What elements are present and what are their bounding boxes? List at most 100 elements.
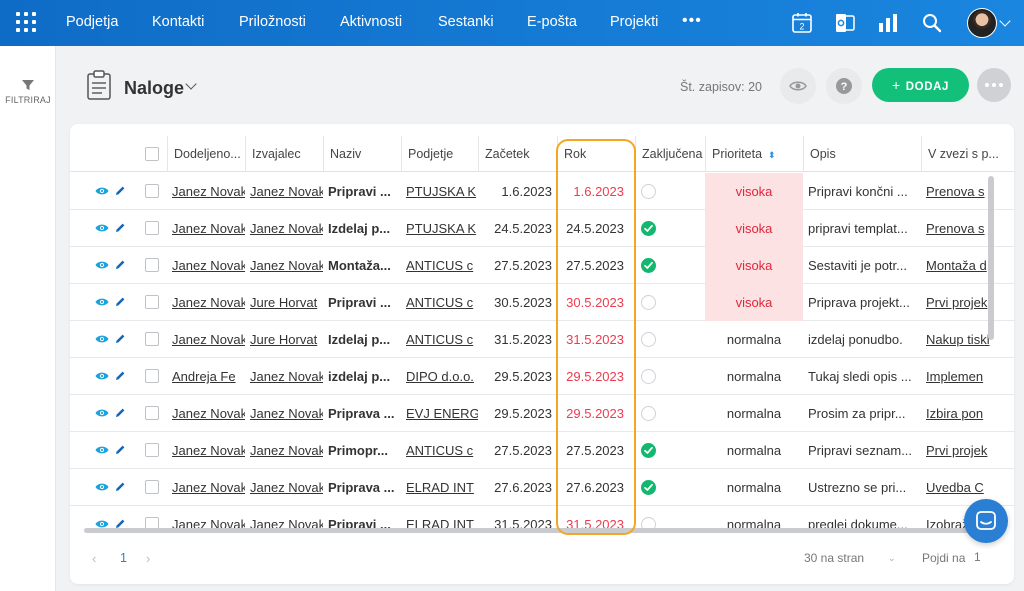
cell-company[interactable]: ANTICUS c (401, 284, 478, 321)
cell-executor[interactable]: Janez Novak (245, 358, 323, 395)
view-eye-icon[interactable] (95, 185, 109, 197)
table-row[interactable]: Janez Novak Janez Novak Priprava ... EVJ EN… (70, 395, 1014, 432)
edit-pencil-icon[interactable] (114, 185, 126, 197)
more-options-button[interactable] (977, 68, 1011, 102)
row-checkbox[interactable] (145, 443, 159, 457)
nav-item-projekti[interactable]: Projekti (610, 14, 658, 30)
row-checkbox[interactable] (145, 369, 159, 383)
cell-assigned[interactable]: Janez Novak (167, 210, 245, 247)
reports-chart-icon[interactable] (876, 11, 900, 35)
cell-company[interactable]: ANTICUS c (401, 432, 478, 469)
cell-company[interactable]: PTUJSKA K (401, 210, 478, 247)
chevron-down-icon[interactable]: ⌄ (888, 553, 896, 564)
cell-executor[interactable]: Janez Novak (245, 247, 323, 284)
cell-company[interactable]: DIPO d.o.o. (401, 358, 478, 395)
row-checkbox[interactable] (145, 184, 159, 198)
nav-item-priloznosti[interactable]: Priložnosti (239, 14, 306, 30)
view-eye-icon[interactable] (95, 296, 109, 308)
cell-executor[interactable]: Janez Novak (245, 173, 323, 210)
cell-company[interactable]: ANTICUS c (401, 247, 478, 284)
cell-assigned[interactable]: Janez Novak (167, 173, 245, 210)
column-header-priority[interactable]: Prioriteta ⬍ (705, 136, 803, 172)
cell-related[interactable]: Implemen (921, 358, 1014, 395)
cell-related[interactable]: Prvi projek (921, 284, 1014, 321)
cell-executor[interactable]: Janez Novak (245, 210, 323, 247)
view-eye-icon[interactable] (95, 407, 109, 419)
cell-related[interactable]: Montaža d (921, 247, 1014, 284)
table-row[interactable]: Janez Novak Jure Horvat Pripravi ... ANTICU… (70, 284, 1014, 321)
nav-item-sestanki[interactable]: Sestanki (438, 14, 494, 30)
page-title[interactable]: Naloge (124, 78, 184, 99)
edit-pencil-icon[interactable] (114, 259, 126, 271)
cell-company[interactable]: ELRAD INT (401, 469, 478, 506)
row-checkbox[interactable] (145, 221, 159, 235)
next-page-button[interactable]: › (146, 551, 150, 566)
sort-icon[interactable]: ⬍ (768, 137, 776, 172)
search-icon[interactable] (920, 11, 944, 35)
cell-related[interactable]: Prvi projek (921, 432, 1014, 469)
column-header-due[interactable]: Rok (557, 136, 635, 172)
cell-executor[interactable]: Janez Novak (245, 469, 323, 506)
edit-pencil-icon[interactable] (114, 296, 126, 308)
calendar-icon[interactable]: 2 (790, 11, 814, 35)
cell-executor[interactable]: Janez Novak (245, 506, 323, 529)
column-header-completed[interactable]: Zaključena (635, 136, 705, 172)
view-eye-icon[interactable] (95, 259, 109, 271)
column-header-title[interactable]: Naziv (323, 136, 401, 172)
row-checkbox[interactable] (145, 480, 159, 494)
horizontal-scrollbar[interactable] (84, 528, 1000, 533)
cell-company[interactable]: ELRAD INT (401, 506, 478, 529)
view-visibility-button[interactable] (780, 68, 816, 104)
cell-company[interactable]: ANTICUS c (401, 321, 478, 358)
cell-assigned[interactable]: Janez Novak (167, 506, 245, 529)
nav-item-aktivnosti[interactable]: Aktivnosti (340, 14, 402, 30)
row-checkbox[interactable] (145, 406, 159, 420)
help-button[interactable]: ? (826, 68, 862, 104)
cell-executor[interactable]: Janez Novak (245, 395, 323, 432)
edit-pencil-icon[interactable] (114, 444, 126, 456)
view-eye-icon[interactable] (95, 370, 109, 382)
column-header-company[interactable]: Podjetje (401, 136, 478, 172)
nav-item-podjetja[interactable]: Podjetja (66, 14, 118, 30)
outlook-integration-icon[interactable] (833, 11, 857, 35)
cell-related[interactable]: Uvedba C (921, 469, 1014, 506)
edit-pencil-icon[interactable] (114, 333, 126, 345)
per-page-select[interactable]: 30 na stran (804, 551, 864, 565)
view-switch-chevron-icon[interactable] (185, 78, 197, 90)
edit-pencil-icon[interactable] (114, 222, 126, 234)
table-row[interactable]: Janez Novak Janez Novak Pripravi ... PTUJSK… (70, 173, 1014, 210)
cell-executor[interactable]: Jure Horvat (245, 284, 323, 321)
goto-page-input[interactable] (974, 548, 996, 566)
table-row[interactable]: Janez Novak Jure Horvat Izdelaj p... ANTICU… (70, 321, 1014, 358)
previous-page-button[interactable]: ‹ (92, 551, 96, 566)
table-row[interactable]: Janez Novak Janez Novak Priprava ... ELRAD … (70, 469, 1014, 506)
cell-related[interactable]: Prenova s (921, 210, 1014, 247)
cell-assigned[interactable]: Janez Novak (167, 321, 245, 358)
nav-more-button[interactable]: ••• (682, 12, 702, 30)
column-header-start[interactable]: Začetek (478, 136, 557, 172)
cell-assigned[interactable]: Janez Novak (167, 469, 245, 506)
apps-grid-icon[interactable] (16, 12, 38, 34)
nav-item-eposta[interactable]: E-pošta (527, 14, 577, 30)
nav-item-kontakti[interactable]: Kontakti (152, 14, 204, 30)
view-eye-icon[interactable] (95, 222, 109, 234)
cell-assigned[interactable]: Janez Novak (167, 395, 245, 432)
cell-executor[interactable]: Jure Horvat (245, 321, 323, 358)
vertical-scrollbar[interactable] (988, 176, 994, 340)
row-checkbox[interactable] (145, 258, 159, 272)
column-header-related[interactable]: V zvezi s p... (921, 136, 1014, 172)
chevron-down-icon[interactable] (999, 15, 1011, 27)
table-row[interactable]: Janez Novak Janez Novak Pripravi ... ELRAD … (70, 506, 1014, 529)
view-eye-icon[interactable] (95, 333, 109, 345)
filter-button[interactable]: FILTRIRAJ (0, 78, 56, 105)
view-eye-icon[interactable] (95, 444, 109, 456)
edit-pencil-icon[interactable] (114, 407, 126, 419)
cell-executor[interactable]: Janez Novak (245, 432, 323, 469)
select-all-checkbox[interactable] (145, 147, 159, 161)
table-row[interactable]: Andreja Fe Janez Novak izdelaj p... DIPO d.… (70, 358, 1014, 395)
cell-assigned[interactable]: Janez Novak (167, 432, 245, 469)
view-eye-icon[interactable] (95, 481, 109, 493)
edit-pencil-icon[interactable] (114, 481, 126, 493)
cell-company[interactable]: EVJ ENERG (401, 395, 478, 432)
cell-assigned[interactable]: Janez Novak (167, 284, 245, 321)
